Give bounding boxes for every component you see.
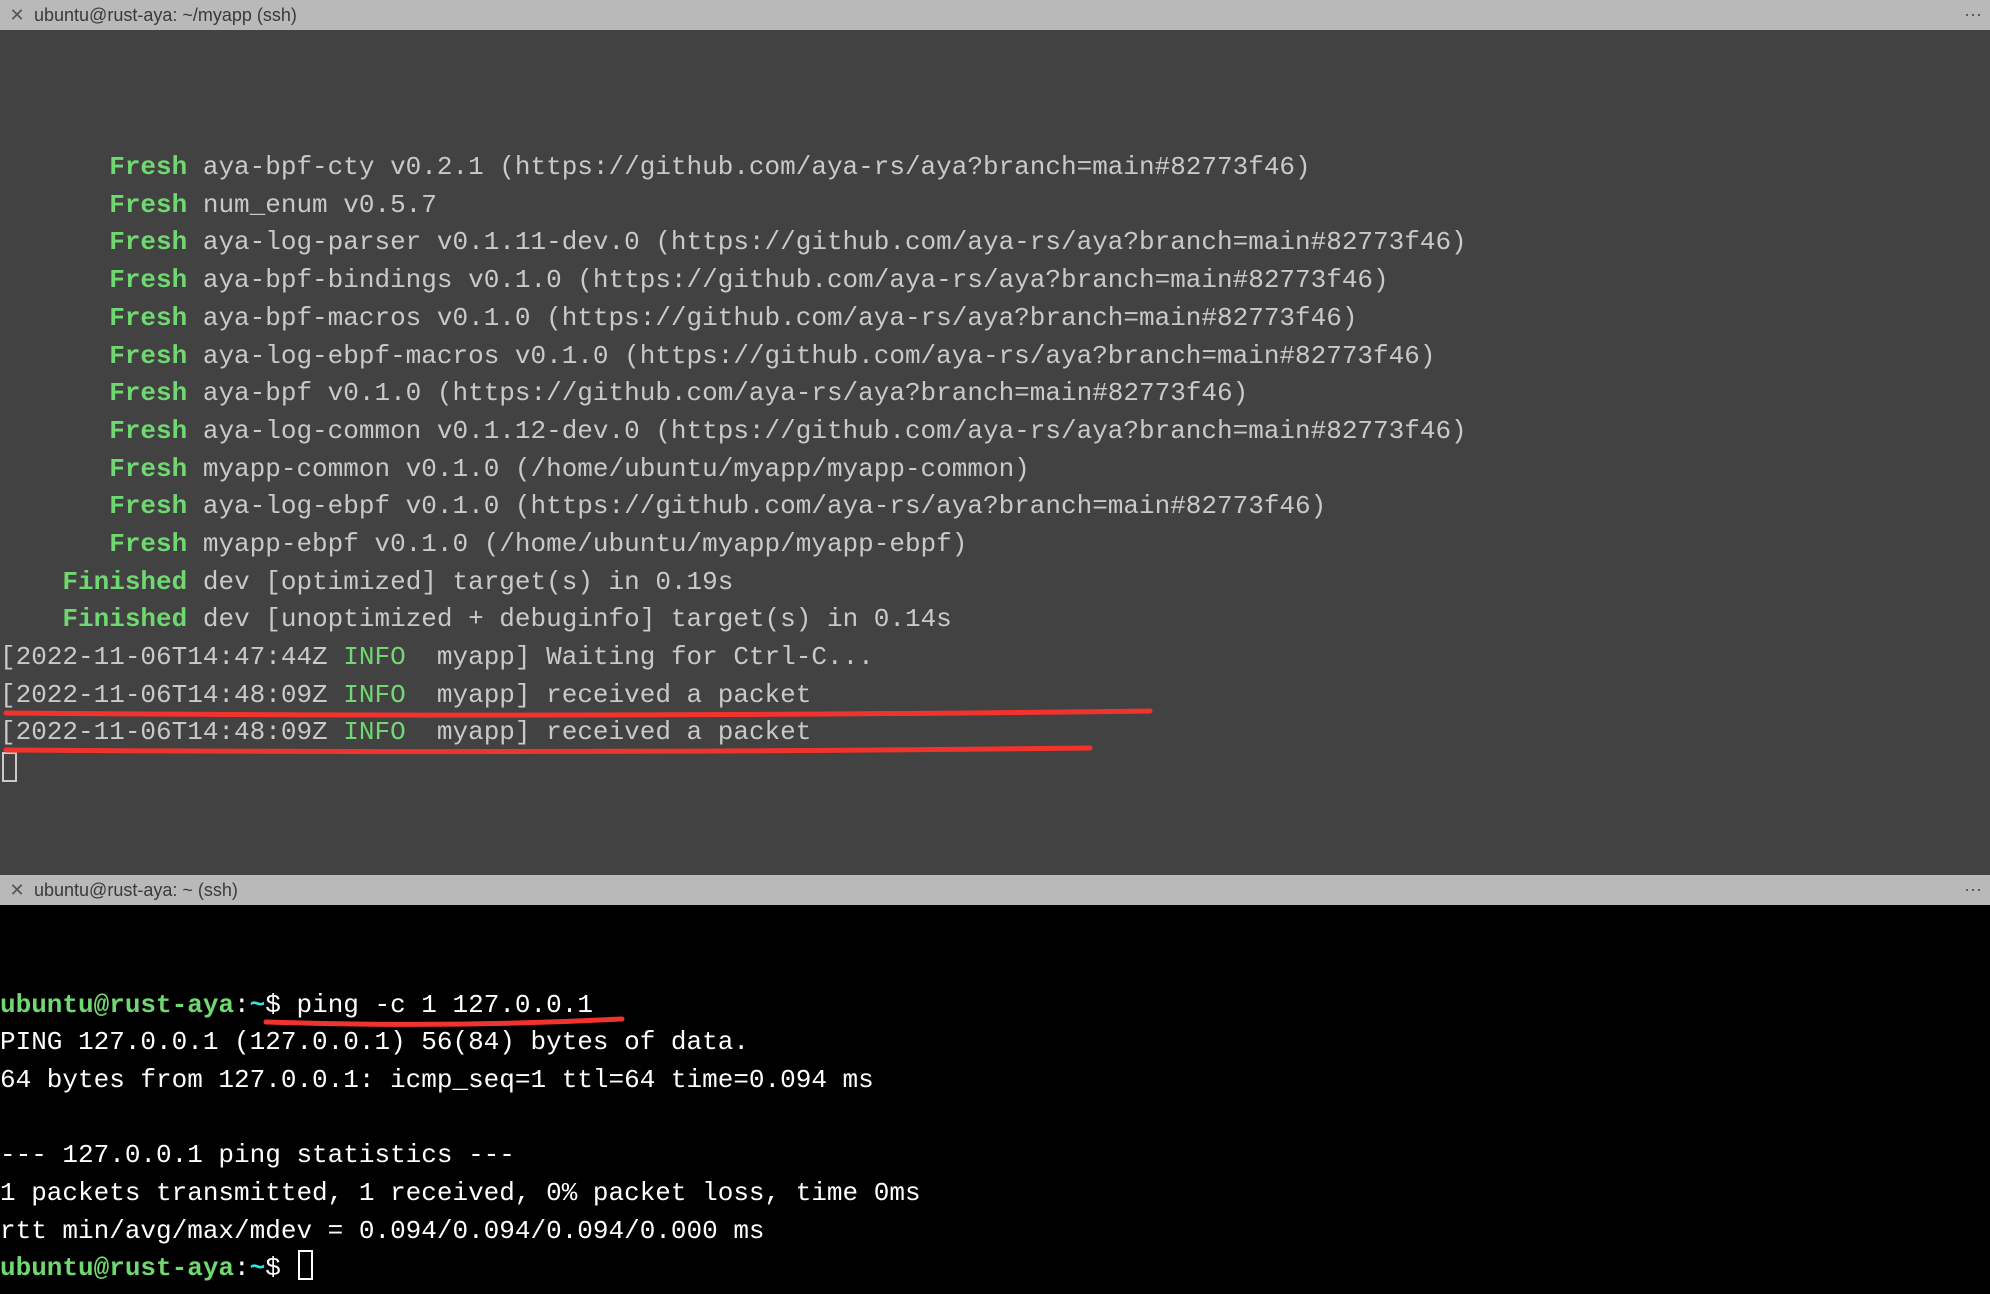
output-text: PING 127.0.0.1 (127.0.0.1) 56(84) bytes …	[0, 1027, 749, 1057]
titlebar-bottom: ✕ ubuntu@rust-aya: ~ (ssh) ⋯	[0, 875, 1990, 905]
output-line: 64 bytes from 127.0.0.1: icmp_seq=1 ttl=…	[0, 1062, 1990, 1100]
log-ts: [2022-11-06T14:48:09Z	[0, 717, 343, 747]
status-fresh: Fresh	[109, 529, 187, 559]
close-icon[interactable]: ✕	[8, 5, 26, 26]
status-fresh: Fresh	[109, 416, 187, 446]
prompt-dollar: $	[265, 1253, 296, 1283]
output-line: rtt min/avg/max/mdev = 0.094/0.094/0.094…	[0, 1213, 1990, 1251]
cargo-fresh-line: Fresh num_enum v0.5.7	[0, 187, 1990, 225]
status-fresh: Fresh	[109, 190, 187, 220]
cargo-fresh-line: Fresh aya-log-parser v0.1.11-dev.0 (http…	[0, 224, 1990, 262]
status-finished: Finished	[62, 567, 187, 597]
cargo-fresh-line: Fresh myapp-ebpf v0.1.0 (/home/ubuntu/my…	[0, 526, 1990, 564]
status-fresh: Fresh	[109, 341, 187, 371]
output-text: --- 127.0.0.1 ping statistics ---	[0, 1140, 515, 1170]
titlebar-top: ✕ ubuntu@rust-aya: ~/myapp (ssh) ⋯	[0, 0, 1990, 30]
crate-info: aya-bpf-macros v0.1.0 (https://github.co…	[203, 303, 1358, 333]
cargo-fresh-line: Fresh aya-bpf-macros v0.1.0 (https://git…	[0, 300, 1990, 338]
crate-info: aya-log-parser v0.1.11-dev.0 (https://gi…	[203, 227, 1467, 257]
status-fresh: Fresh	[109, 303, 187, 333]
prompt-line: ubuntu@rust-aya:~$ ping -c 1 127.0.0.1	[0, 987, 1990, 1025]
prompt-user: ubuntu@rust-aya	[0, 990, 234, 1020]
crate-info: aya-log-ebpf v0.1.0 (https://github.com/…	[203, 491, 1326, 521]
crate-info: num_enum v0.5.7	[203, 190, 437, 220]
cargo-fresh-line: Fresh aya-bpf v0.1.0 (https://github.com…	[0, 375, 1990, 413]
cargo-fresh-line: Fresh aya-log-ebpf-macros v0.1.0 (https:…	[0, 338, 1990, 376]
prompt-sep: :	[234, 1253, 250, 1283]
cursor-icon	[298, 1250, 313, 1280]
cargo-finished-line: Finished dev [unoptimized + debuginfo] t…	[0, 601, 1990, 639]
log-line: [2022-11-06T14:47:44Z INFO myapp] Waitin…	[0, 639, 1990, 677]
status-fresh: Fresh	[109, 152, 187, 182]
finished-detail: dev [unoptimized + debuginfo] target(s) …	[203, 604, 952, 634]
window-title-top: ubuntu@rust-aya: ~/myapp (ssh)	[34, 5, 297, 26]
prompt-sep: :	[234, 990, 250, 1020]
prompt-line: ubuntu@rust-aya:~$	[0, 1250, 1990, 1288]
log-ts: [2022-11-06T14:48:09Z	[0, 680, 343, 710]
output-text: 64 bytes from 127.0.0.1: icmp_seq=1 ttl=…	[0, 1065, 874, 1095]
output-text	[0, 1103, 16, 1133]
status-fresh: Fresh	[109, 491, 187, 521]
cursor-line	[0, 752, 1990, 790]
prompt-user: ubuntu@rust-aya	[0, 1253, 234, 1283]
status-fresh: Fresh	[109, 265, 187, 295]
log-module: myapp]	[406, 717, 546, 747]
prompt-path: ~	[250, 1253, 266, 1283]
crate-info: aya-bpf v0.1.0 (https://github.com/aya-r…	[203, 378, 1248, 408]
terminal-pane-top: ✕ ubuntu@rust-aya: ~/myapp (ssh) ⋯ Fresh…	[0, 0, 1990, 875]
output-line: 1 packets transmitted, 1 received, 0% pa…	[0, 1175, 1990, 1213]
log-line: [2022-11-06T14:48:09Z INFO myapp] receiv…	[0, 714, 1990, 752]
crate-info: aya-log-ebpf-macros v0.1.0 (https://gith…	[203, 341, 1436, 371]
cargo-fresh-line: Fresh aya-log-common v0.1.12-dev.0 (http…	[0, 413, 1990, 451]
log-module: myapp]	[406, 680, 546, 710]
status-finished: Finished	[62, 604, 187, 634]
log-ts: [2022-11-06T14:47:44Z	[0, 642, 343, 672]
status-fresh: Fresh	[109, 454, 187, 484]
finished-detail: dev [optimized] target(s) in 0.19s	[203, 567, 734, 597]
log-level: INFO	[343, 642, 405, 672]
terminal-output-bottom[interactable]: ubuntu@rust-aya:~$ ping -c 1 127.0.0.1PI…	[0, 905, 1990, 1294]
terminal-pane-bottom: ✕ ubuntu@rust-aya: ~ (ssh) ⋯ ubuntu@rust…	[0, 875, 1990, 1294]
cargo-fresh-line: Fresh myapp-common v0.1.0 (/home/ubuntu/…	[0, 451, 1990, 489]
log-level: INFO	[343, 680, 405, 710]
log-module: myapp]	[406, 642, 546, 672]
hamburger-dots-icon[interactable]: ⋯	[1964, 5, 1982, 26]
output-line: --- 127.0.0.1 ping statistics ---	[0, 1137, 1990, 1175]
crate-info: aya-bpf-cty v0.2.1 (https://github.com/a…	[203, 152, 1311, 182]
output-text: 1 packets transmitted, 1 received, 0% pa…	[0, 1178, 921, 1208]
log-msg: Waiting for Ctrl-C...	[546, 642, 874, 672]
log-msg: received a packet	[546, 717, 811, 747]
log-msg: received a packet	[546, 680, 811, 710]
crate-info: aya-log-common v0.1.12-dev.0 (https://gi…	[203, 416, 1467, 446]
crate-info: myapp-ebpf v0.1.0 (/home/ubuntu/myapp/my…	[203, 529, 968, 559]
crate-info: myapp-common v0.1.0 (/home/ubuntu/myapp/…	[203, 454, 1030, 484]
log-line: [2022-11-06T14:48:09Z INFO myapp] receiv…	[0, 677, 1990, 715]
cargo-finished-line: Finished dev [optimized] target(s) in 0.…	[0, 564, 1990, 602]
status-fresh: Fresh	[109, 227, 187, 257]
window-title-bottom: ubuntu@rust-aya: ~ (ssh)	[34, 880, 238, 901]
output-text: rtt min/avg/max/mdev = 0.094/0.094/0.094…	[0, 1216, 765, 1246]
cargo-fresh-line: Fresh aya-bpf-cty v0.2.1 (https://github…	[0, 149, 1990, 187]
hamburger-dots-icon[interactable]: ⋯	[1964, 880, 1982, 901]
prompt-dollar: $	[265, 990, 296, 1020]
status-fresh: Fresh	[109, 378, 187, 408]
output-line	[0, 1100, 1990, 1138]
command-text: ping -c 1 127.0.0.1	[296, 990, 592, 1020]
crate-info: aya-bpf-bindings v0.1.0 (https://github.…	[203, 265, 1389, 295]
close-icon[interactable]: ✕	[8, 880, 26, 901]
log-level: INFO	[343, 717, 405, 747]
cursor-icon	[2, 752, 17, 782]
cargo-fresh-line: Fresh aya-log-ebpf v0.1.0 (https://githu…	[0, 488, 1990, 526]
output-line: PING 127.0.0.1 (127.0.0.1) 56(84) bytes …	[0, 1024, 1990, 1062]
prompt-path: ~	[250, 990, 266, 1020]
cargo-fresh-line: Fresh aya-bpf-bindings v0.1.0 (https://g…	[0, 262, 1990, 300]
terminal-output-top[interactable]: Fresh aya-bpf-cty v0.2.1 (https://github…	[0, 30, 1990, 875]
